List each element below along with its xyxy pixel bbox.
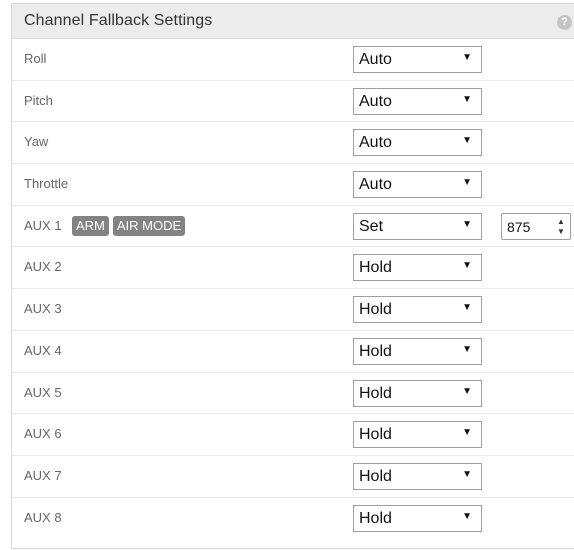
fallback-mode-select[interactable]: Hold ▼ — [353, 379, 482, 407]
channel-row-aux6: AUX 6 Hold ▼ — [12, 414, 574, 456]
dropdown-arrow-icon: ▼ — [462, 468, 472, 480]
help-icon[interactable]: ? — [557, 15, 572, 30]
fallback-value-input[interactable]: 875 ▲ ▼ — [501, 212, 571, 240]
mode-badges: ARM AIR MODE — [72, 215, 186, 236]
spin-up-icon[interactable]: ▲ — [556, 217, 566, 226]
select-value: Set — [359, 217, 384, 235]
fallback-mode-select[interactable]: Auto ▼ — [353, 171, 482, 199]
select-value: Hold — [359, 259, 392, 277]
select-value: Hold — [359, 509, 392, 527]
fallback-mode-select[interactable]: Auto ▼ — [353, 87, 482, 115]
fallback-mode-select[interactable]: Auto ▼ — [353, 46, 482, 73]
channel-row-aux2: AUX 2 Hold ▼ — [12, 247, 574, 290]
fallback-mode-select[interactable]: Hold ▼ — [353, 296, 482, 324]
select-value: Hold — [359, 426, 392, 444]
fallback-mode-select[interactable]: Hold ▼ — [353, 421, 482, 449]
dropdown-arrow-icon: ▼ — [462, 302, 472, 314]
fallback-value: 875 — [507, 218, 531, 235]
fallback-mode-select[interactable]: Set ▼ — [353, 212, 482, 240]
select-value: Hold — [359, 384, 392, 402]
channel-label: AUX 2 — [24, 259, 62, 275]
channel-label: AUX 1 — [24, 217, 62, 233]
channel-row-aux8: AUX 8 Hold ▼ — [12, 498, 574, 540]
dropdown-arrow-icon: ▼ — [462, 218, 472, 230]
channel-label: AUX 8 — [24, 509, 62, 525]
fallback-mode-select[interactable]: Hold ▼ — [353, 462, 482, 490]
channel-label: AUX 7 — [24, 467, 62, 483]
dropdown-arrow-icon: ▼ — [462, 385, 472, 397]
channel-row-aux5: AUX 5 Hold ▼ — [12, 373, 574, 415]
dropdown-arrow-icon: ▼ — [462, 135, 472, 147]
spin-down-icon[interactable]: ▼ — [556, 227, 566, 236]
fallback-mode-select[interactable]: Auto ▼ — [353, 129, 482, 157]
channel-row-aux3: AUX 3 Hold ▼ — [12, 289, 574, 331]
rows-container: Roll Auto ▼ Pitch Auto ▼ Yaw Auto ▼ Thro… — [12, 39, 574, 539]
select-value: Auto — [359, 92, 392, 110]
channel-label: AUX 5 — [24, 384, 62, 400]
select-value: Auto — [359, 176, 392, 194]
select-value: Auto — [359, 134, 392, 152]
channel-label: Roll — [24, 51, 47, 66]
channel-label: AUX 4 — [24, 342, 62, 358]
dropdown-arrow-icon: ▼ — [462, 260, 472, 272]
spinner-icon[interactable]: ▲ ▼ — [556, 217, 566, 236]
channel-label: Yaw — [24, 134, 49, 150]
dropdown-arrow-icon: ▼ — [462, 343, 472, 355]
channel-label: Throttle — [24, 176, 69, 192]
channel-row-yaw: Yaw Auto ▼ — [12, 122, 574, 165]
channel-label: Pitch — [24, 92, 53, 108]
dropdown-arrow-icon: ▼ — [462, 510, 472, 522]
panel-title: Channel Fallback Settings — [24, 12, 213, 29]
dropdown-arrow-icon: ▼ — [462, 93, 472, 105]
channel-row-aux4: AUX 4 Hold ▼ — [12, 331, 574, 373]
select-value: Hold — [359, 467, 392, 485]
mode-badge-arm: ARM — [72, 215, 109, 236]
fallback-mode-select[interactable]: Hold ▼ — [353, 504, 482, 532]
fallback-mode-select[interactable]: Hold ▼ — [353, 254, 482, 282]
select-value: Auto — [359, 51, 392, 68]
channel-row-aux1: AUX 1 ARM AIR MODE Set ▼ 875 ▲ ▼ — [12, 206, 574, 248]
channel-row-pitch: Pitch Auto ▼ — [12, 81, 574, 123]
dropdown-arrow-icon: ▼ — [462, 177, 472, 189]
panel-header: Channel Fallback Settings ? — [12, 4, 574, 39]
channel-row-roll: Roll Auto ▼ — [12, 39, 574, 81]
channel-row-aux7: AUX 7 Hold ▼ — [12, 456, 574, 498]
select-value: Hold — [359, 301, 392, 319]
mode-badge-air-mode: AIR MODE — [112, 215, 186, 236]
dropdown-arrow-icon: ▼ — [462, 52, 472, 63]
select-value: Hold — [359, 342, 392, 360]
dropdown-arrow-icon: ▼ — [462, 427, 472, 439]
channel-label: AUX 3 — [24, 301, 62, 317]
channel-label: AUX 6 — [24, 426, 62, 442]
fallback-mode-select[interactable]: Hold ▼ — [353, 337, 482, 365]
channel-fallback-panel: Channel Fallback Settings ? Roll Auto ▼ … — [11, 3, 574, 549]
channel-row-throttle: Throttle Auto ▼ — [12, 164, 574, 206]
